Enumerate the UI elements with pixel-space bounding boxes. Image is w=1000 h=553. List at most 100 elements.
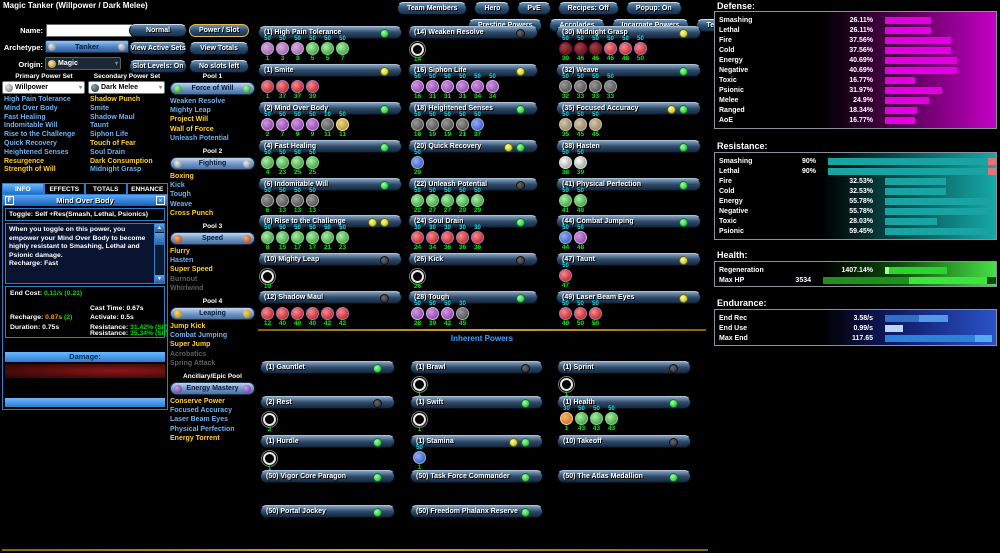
enhancement-slot[interactable]: 39 bbox=[305, 74, 320, 100]
enhancement-slot[interactable]: 37 bbox=[275, 74, 290, 100]
enhancement-slot[interactable]: 14 bbox=[410, 36, 425, 63]
powerlist-item-combat-jumping[interactable]: Combat Jumping bbox=[170, 331, 255, 340]
pool-header-fighting[interactable]: Fighting bbox=[170, 157, 255, 171]
powerlist-item-wall-of-force[interactable]: Wall of Force bbox=[170, 125, 255, 134]
powerlist-item-weaken-resolve[interactable]: Weaken Resolve bbox=[170, 97, 255, 106]
power-task-force-commander[interactable]: (50) Task Force Commander bbox=[410, 470, 543, 483]
enhancement-slot[interactable]: 37 bbox=[290, 74, 305, 100]
enhancement-slot[interactable]: 50 48 bbox=[573, 225, 588, 251]
button-normal[interactable]: Normal bbox=[129, 24, 187, 37]
powerlist-item-laser-beam-eyes[interactable]: Laser Beam Eyes bbox=[170, 415, 255, 424]
enhancement-slot[interactable]: 50 47 bbox=[558, 263, 573, 289]
enhancement-slot[interactable]: 50 23 bbox=[335, 225, 350, 251]
powerlist-item-rise-to-the-challenge[interactable]: Rise to the Challenge bbox=[4, 131, 90, 140]
powerlist-item-burnout[interactable]: Burnout bbox=[170, 275, 255, 284]
enhancement-slot[interactable]: 50 11 bbox=[335, 112, 350, 138]
enhancement-slot[interactable]: 50 9 bbox=[290, 112, 305, 138]
power-portal-jockey[interactable]: (50) Portal Jockey bbox=[260, 505, 395, 518]
secondary-set-select[interactable]: Dark Melee ▾ bbox=[88, 81, 165, 94]
pool-header-speed[interactable]: Speed bbox=[170, 232, 255, 246]
enhancement-slot[interactable]: 50 7 bbox=[335, 36, 350, 62]
powerlist-item-shadow-maul[interactable]: Shadow Maul bbox=[90, 114, 170, 123]
enhancement-slot[interactable]: 40 bbox=[290, 301, 305, 327]
powerlist-item-quick-recovery[interactable]: Quick Recovery bbox=[4, 140, 90, 149]
enhancement-slot[interactable]: 50 43 bbox=[589, 406, 604, 432]
powerlist-item-siphon-life[interactable]: Siphon Life bbox=[90, 131, 170, 140]
powerlist-item-unleash-potential[interactable]: Unleash Potential bbox=[170, 134, 255, 143]
powerlist-item-midnight-grasp[interactable]: Midnight Grasp bbox=[90, 166, 170, 175]
tab-info[interactable]: INFO bbox=[2, 183, 44, 194]
enhancement-slot[interactable]: 50 50 bbox=[573, 301, 588, 327]
powerlist-item-conserve-power[interactable]: Conserve Power bbox=[170, 397, 255, 406]
enhancement-slot[interactable]: 50 38 bbox=[558, 150, 573, 176]
powerlist-item-flurry[interactable]: Flurry bbox=[170, 247, 255, 256]
powerlist-item-spring-attack[interactable]: Spring Attack bbox=[170, 359, 255, 368]
pool-header-energy-mastery[interactable]: Energy Mastery bbox=[170, 382, 255, 396]
enhancement-slot[interactable]: 50 3 bbox=[275, 36, 290, 62]
enhancement-slot[interactable]: 50 33 bbox=[573, 74, 588, 100]
enhancement-slot[interactable]: 50 35 bbox=[558, 112, 573, 138]
enhancement-slot[interactable]: 30 1 bbox=[559, 406, 574, 432]
enhancement-slot[interactable]: 30 45 bbox=[455, 301, 470, 327]
enhancement-slot[interactable]: 50 37 bbox=[470, 112, 485, 138]
enhancement-slot[interactable]: 50 41 bbox=[558, 188, 573, 214]
powerlist-item-super-speed[interactable]: Super Speed bbox=[170, 265, 255, 274]
powerlist-item-resurgence[interactable]: Resurgence bbox=[4, 158, 90, 167]
powerlist-item-project-will[interactable]: Project Will bbox=[170, 115, 255, 124]
button-popup-on[interactable]: Popup: On bbox=[625, 2, 682, 15]
button-hero[interactable]: Hero bbox=[474, 2, 511, 15]
enhancement-slot[interactable]: 50 1 bbox=[260, 36, 275, 62]
enhancement-slot[interactable]: 50 31 bbox=[425, 74, 440, 100]
button-view-active-sets[interactable]: View Active Sets bbox=[129, 42, 187, 55]
enhancement-slot[interactable]: 50 4 bbox=[260, 150, 275, 176]
powerlist-item-kick[interactable]: Kick bbox=[170, 181, 255, 190]
enhancement-slot[interactable]: 50 23 bbox=[275, 150, 290, 176]
enhancement-slot[interactable]: 50 34 bbox=[470, 74, 485, 100]
enhancement-slot[interactable]: 40 bbox=[305, 301, 320, 327]
enhancement-slot[interactable]: 10 bbox=[260, 263, 275, 290]
enhancement-slot[interactable]: 50 19 bbox=[425, 112, 440, 138]
powerlist-item-weave[interactable]: Weave bbox=[170, 200, 255, 209]
powerlist-item-mighty-leap[interactable]: Mighty Leap bbox=[170, 106, 255, 115]
powerlist-item-indomitable-will[interactable]: Indomitable Will bbox=[4, 122, 90, 131]
favorite-button[interactable]: F bbox=[5, 196, 14, 205]
powerlist-item-strength-of-will[interactable]: Strength of Will bbox=[4, 166, 90, 175]
enhancement-slot[interactable]: 50 29 bbox=[455, 188, 470, 214]
enhancement-slot[interactable]: 40 bbox=[275, 301, 290, 327]
powerlist-item-mind-over-body[interactable]: Mind Over Body bbox=[4, 105, 90, 114]
enhancement-slot[interactable]: 50 6 bbox=[260, 188, 275, 214]
powerlist-item-boxing[interactable]: Boxing bbox=[170, 172, 255, 181]
enhancement-slot[interactable]: 50 30 bbox=[558, 36, 573, 62]
enhancement-slot[interactable]: 10 11 bbox=[320, 112, 335, 138]
enhancement-slot[interactable]: 50 13 bbox=[275, 188, 290, 214]
powerlist-item-soul-drain[interactable]: Soul Drain bbox=[90, 149, 170, 158]
enhancement-slot[interactable]: 30 24 bbox=[410, 225, 425, 251]
enhancement-slot[interactable]: 50 9 bbox=[305, 112, 320, 138]
scroll-up-icon[interactable]: ▲ bbox=[155, 224, 164, 232]
enhancement-slot[interactable]: 12 bbox=[260, 301, 275, 327]
button-view-totals[interactable]: View Totals bbox=[189, 42, 249, 55]
enhancement-slot[interactable]: 30 36 bbox=[440, 225, 455, 251]
enhancement-slot[interactable]: 50 25 bbox=[305, 150, 320, 176]
enhancement-slot[interactable]: 50 39 bbox=[573, 150, 588, 176]
enhancement-slot[interactable]: 50 16 bbox=[410, 74, 425, 100]
enhancement-slot[interactable]: 50 2 bbox=[260, 112, 275, 138]
primary-set-select[interactable]: Willpower ▾ bbox=[2, 81, 85, 94]
name-input[interactable] bbox=[46, 24, 132, 37]
button-no-slots-left[interactable]: No slots left bbox=[189, 60, 249, 73]
enhancement-slot[interactable]: 50 39 bbox=[425, 301, 440, 327]
enhancement-slot[interactable]: 50 3 bbox=[290, 36, 305, 62]
enhancement-slot[interactable]: 1 bbox=[260, 74, 275, 100]
powerlist-item-smite[interactable]: Smite bbox=[90, 105, 170, 114]
powerlist-item-shadow-punch[interactable]: Shadow Punch bbox=[90, 96, 170, 105]
archetype-select[interactable]: Tanker bbox=[45, 40, 129, 53]
enhancement-slot[interactable]: 50 22 bbox=[410, 188, 425, 214]
enhancement-slot[interactable]: 50 31 bbox=[440, 74, 455, 100]
enhancement-slot[interactable]: 26 bbox=[410, 263, 425, 290]
powerlist-item-whirlwind[interactable]: Whirlwind bbox=[170, 284, 255, 293]
enhancement-slot[interactable]: 50 5 bbox=[305, 36, 320, 62]
enhancement-slot[interactable]: 1 bbox=[262, 445, 277, 472]
powerlist-item-super-jump[interactable]: Super Jump bbox=[170, 340, 255, 349]
enhancement-slot[interactable]: 50 43 bbox=[604, 406, 619, 432]
power-freedom-phalanx-reserve[interactable]: (50) Freedom Phalanx Reserve bbox=[410, 505, 543, 518]
